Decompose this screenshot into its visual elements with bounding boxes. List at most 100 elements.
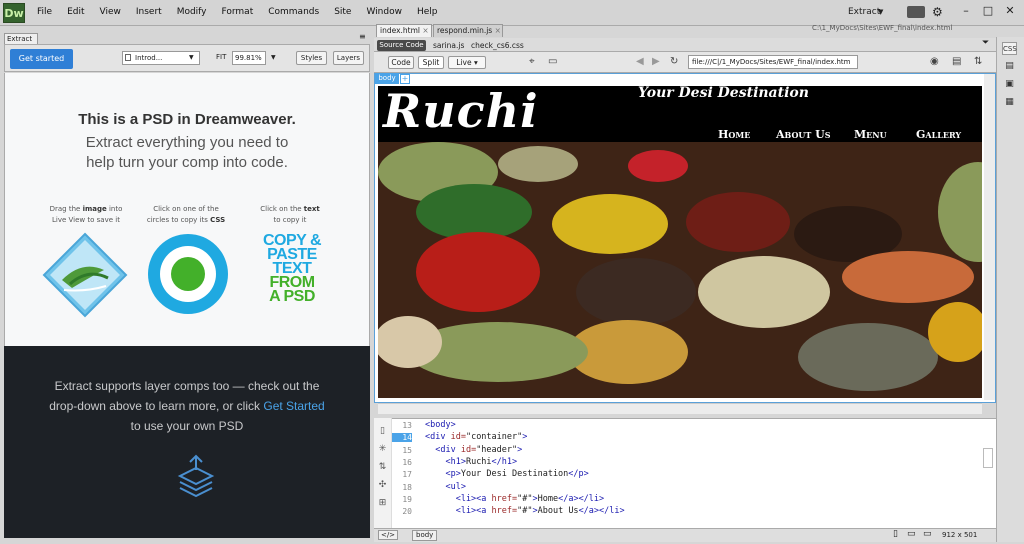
source-code-button[interactable]: Source Code <box>377 40 426 51</box>
menu-insert[interactable]: Insert <box>136 7 162 17</box>
menu-site[interactable]: Site <box>334 7 351 17</box>
back-icon[interactable]: ◀ <box>636 56 644 67</box>
tag-selector[interactable]: body <box>412 530 438 541</box>
line-number[interactable]: 17 <box>392 470 412 479</box>
spices-hero-image[interactable] <box>378 142 982 398</box>
workspace-switcher[interactable]: Extract <box>848 7 880 17</box>
filter-icon[interactable]: ⏷ <box>982 38 989 48</box>
css-circle-icon[interactable] <box>146 232 230 316</box>
code-line[interactable]: <li><a href="#">About Us</a></li> <box>425 506 625 516</box>
live-view-button[interactable]: Live ▾ <box>448 56 486 69</box>
tablet-size-icon[interactable]: ▭ <box>907 529 916 539</box>
menu-format[interactable]: Format <box>222 7 254 17</box>
code-navigator-icon[interactable]: </> <box>378 530 398 540</box>
styles-button[interactable]: Styles <box>296 51 327 65</box>
menu-modify[interactable]: Modify <box>177 7 207 17</box>
line-number[interactable]: 18 <box>392 483 412 492</box>
validate-icon[interactable]: ▤ <box>952 56 961 67</box>
copy-paste-text[interactable]: COPY & PASTE TEXT FROM A PSD <box>254 233 330 305</box>
address-field[interactable]: file:///C|/1_MyDocs/Sites/EWF_final/inde… <box>688 55 858 69</box>
draggable-image-icon[interactable] <box>42 232 128 318</box>
line-number[interactable]: 16 <box>392 458 412 467</box>
status-bar <box>374 528 996 542</box>
get-started-button[interactable]: Get started <box>10 49 73 69</box>
files-icon[interactable]: ▤ <box>1002 60 1017 73</box>
sync-settings-icon[interactable] <box>907 6 925 18</box>
site-tagline[interactable]: Your Desi Destination <box>638 85 809 101</box>
site-nav-gallery[interactable]: Gallery <box>916 128 961 141</box>
zoom-field[interactable]: 99.81% <box>232 51 266 65</box>
gear-icon[interactable]: ⚙ <box>932 5 943 19</box>
maximize-icon[interactable]: □ <box>979 3 997 19</box>
vertical-scrollbar[interactable] <box>984 74 995 400</box>
code-line[interactable]: <p>Your Desi Destination</p> <box>425 469 588 479</box>
code-line[interactable]: <body> <box>425 420 456 430</box>
forward-icon[interactable]: ▶ <box>652 56 660 67</box>
menu-view[interactable]: View <box>100 7 121 17</box>
line-number[interactable]: 19 <box>392 495 412 504</box>
line-number[interactable]: 15 <box>392 446 412 455</box>
collapse-icon[interactable]: ✳ <box>374 444 391 454</box>
layers-button[interactable]: Layers <box>333 51 364 65</box>
menu-commands[interactable]: Commands <box>268 7 319 17</box>
code-view-button[interactable]: Code <box>388 56 414 69</box>
site-nav-menu[interactable]: Menu <box>854 128 887 141</box>
minimize-icon[interactable]: – <box>957 3 975 19</box>
tab-respond-js[interactable]: respond.min.js × <box>433 24 503 37</box>
line-number[interactable]: 20 <box>392 507 412 516</box>
add-element-icon[interactable]: + <box>400 74 410 84</box>
intro-title: This is a PSD in Dreamweaver. <box>78 111 296 128</box>
code-scrollbar-thumb[interactable] <box>983 448 993 468</box>
browser-preview-icon[interactable]: ◉ <box>930 56 939 67</box>
insert-icon[interactable]: ▣ <box>1002 78 1017 91</box>
extract-panel-tab[interactable]: Extract <box>4 33 38 44</box>
fit-label[interactable]: FIT <box>216 53 226 61</box>
inspect-icon[interactable]: ⌖ <box>529 56 535 67</box>
code-line[interactable]: <div id="container"> <box>425 432 527 442</box>
intro-subtitle: Extract everything you need to help turn… <box>4 133 370 173</box>
text-tip: Click on the text to copy it <box>260 205 320 224</box>
comment-icon[interactable]: ⊞ <box>374 498 391 508</box>
related-file-sarina[interactable]: sarina.js <box>433 41 464 50</box>
expand-all-icon[interactable]: ⇅ <box>374 462 391 472</box>
chevron-down-icon[interactable]: ▼ <box>878 8 883 16</box>
chevron-down-icon[interactable]: ▼ <box>271 54 276 61</box>
code-line[interactable]: <ul> <box>425 482 465 492</box>
close-icon[interactable]: ✕ <box>1001 3 1019 19</box>
line-number[interactable]: 14 <box>392 433 412 443</box>
split-view-button[interactable]: Split <box>418 56 444 69</box>
menu-window[interactable]: Window <box>366 7 402 17</box>
mobile-size-icon[interactable]: ▯ <box>893 529 898 539</box>
chevron-down-icon[interactable]: ▼ <box>189 54 194 61</box>
desktop-size-icon[interactable]: ▭ <box>923 529 932 539</box>
upload-layers-icon[interactable] <box>176 454 216 498</box>
code-line[interactable]: <div id="header"> <box>425 445 522 455</box>
open-documents-icon[interactable]: ▯ <box>374 426 391 436</box>
element-tag-badge[interactable]: body <box>375 73 399 84</box>
panel-menu-icon[interactable]: ≡ <box>359 32 366 41</box>
refresh-icon[interactable]: ↻ <box>670 56 678 67</box>
layer-comps-text: Extract supports layer comps too — check… <box>49 379 325 433</box>
get-started-link[interactable]: Get Started <box>263 399 324 413</box>
menu-help[interactable]: Help <box>417 7 438 17</box>
tab-index-html[interactable]: index.html × <box>376 24 432 37</box>
related-file-css[interactable]: check_cs6.css <box>471 41 524 50</box>
menu-edit[interactable]: Edit <box>67 7 84 17</box>
menu-bar: Dw File Edit View Insert Modify Format C… <box>0 0 1024 26</box>
code-line[interactable]: <li><a href="#">Home</a></li> <box>425 494 604 504</box>
horizontal-scrollbar[interactable] <box>378 403 982 414</box>
select-parent-icon[interactable]: ✣ <box>374 480 391 490</box>
menu-file[interactable]: File <box>37 7 52 17</box>
css-designer-icon[interactable]: CSS <box>1002 42 1017 55</box>
window-size[interactable]: 912 x 501 <box>942 531 977 539</box>
intro-subtitle-line: Extract everything you need to <box>85 134 289 151</box>
code-toolbar: ▯ ✳ ⇅ ✣ ⊞ <box>374 418 392 528</box>
code-line[interactable]: <h1>Ruchi</h1> <box>425 457 517 467</box>
site-title[interactable]: Ruchi <box>383 84 539 138</box>
assets-icon[interactable]: ▦ <box>1002 96 1017 109</box>
live-code-icon[interactable]: ▭ <box>548 56 557 67</box>
site-nav-home[interactable]: Home <box>718 128 750 141</box>
file-transfer-icon[interactable]: ⇅ <box>974 56 982 67</box>
site-nav-about[interactable]: About Us <box>776 128 831 141</box>
line-number[interactable]: 13 <box>392 421 412 430</box>
